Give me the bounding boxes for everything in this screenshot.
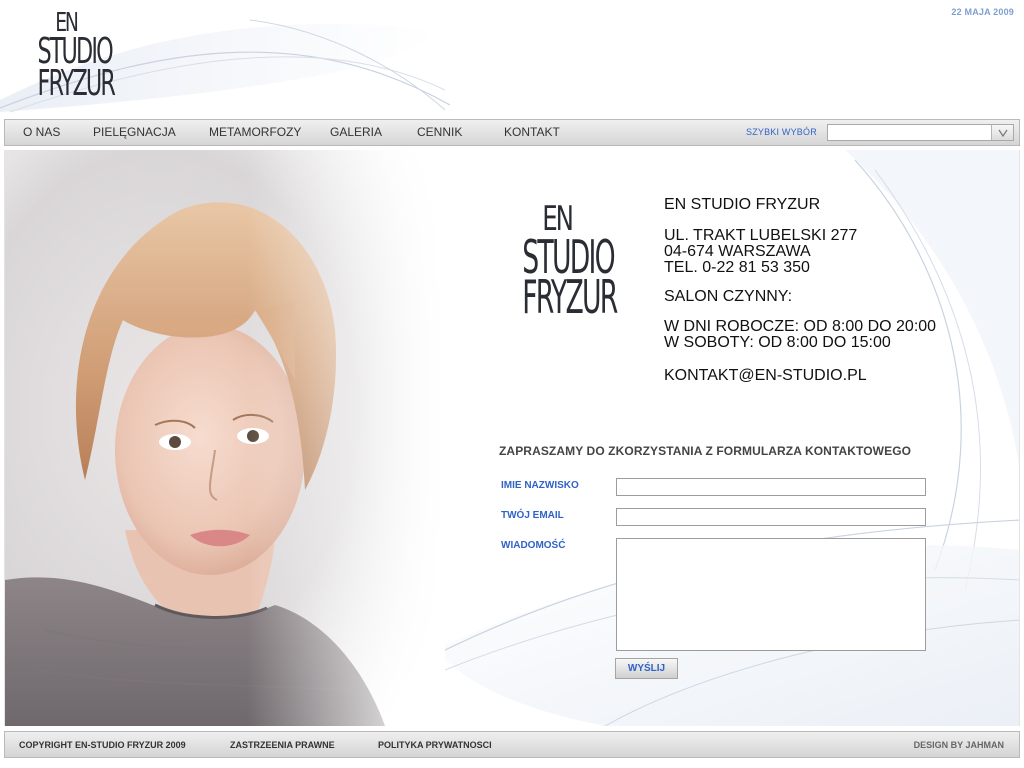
nav-item-o-nas[interactable]: O NAS	[23, 120, 60, 145]
opening-hours-saturday: W SOBOTY: OD 8:00 DO 15:00	[664, 334, 891, 351]
name-label: IMIE NAZWISKO	[501, 480, 579, 491]
footer-design-credit[interactable]: DESIGN BY JAHMAN	[914, 732, 1004, 757]
email-input[interactable]	[616, 508, 926, 526]
site-logo[interactable]: EN STUDIO FRYZUR	[20, 10, 115, 110]
salon-logo-line-3: FRYZUR	[522, 270, 618, 324]
current-date: 22 MAJA 2009	[951, 7, 1014, 17]
opening-hours-heading: SALON CZYNNY:	[664, 288, 793, 305]
message-label: WIADOMOŚĆ	[501, 540, 566, 551]
nav-item-kontakt[interactable]: KONTAKT	[504, 120, 560, 145]
nav-item-galeria[interactable]: GALERIA	[330, 120, 382, 145]
chevron-down-icon[interactable]	[991, 125, 1013, 140]
nav-item-metamorfozy[interactable]: METAMORFOZY	[209, 120, 301, 145]
phone-number: TEL. 0-22 81 53 350	[664, 259, 810, 276]
logo-line-3: FRYZUR	[37, 63, 115, 104]
main-content: EN STUDIO FRYZUR EN STUDIO FRYZUR UL. TR…	[4, 150, 1020, 726]
contact-email-link[interactable]: KONTAKT@EN-STUDIO.PL	[664, 367, 1004, 385]
footer-legal-link[interactable]: ZASTRZEENIA PRAWNE	[230, 732, 335, 757]
main-navigation: O NAS PIELĘGNACJA METAMORFOZY GALERIA CE…	[4, 119, 1020, 146]
header-swoosh-decoration	[0, 19, 451, 113]
contact-form-title: ZAPRASZAMY DO ZKORZYSTANIA Z FORMULARZA …	[499, 444, 912, 458]
header: EN STUDIO FRYZUR 22 MAJA 2009	[0, 0, 1024, 118]
nav-item-pielegnacja[interactable]: PIELĘGNACJA	[93, 120, 176, 145]
message-textarea[interactable]	[616, 538, 926, 651]
name-input[interactable]	[616, 478, 926, 496]
footer-copyright: COPYRIGHT EN-STUDIO FRYZUR 2009	[19, 740, 186, 750]
email-label: TWÓJ EMAIL	[501, 510, 564, 521]
quick-select-label: SZYBKI WYBÓR	[746, 127, 817, 137]
quick-select-dropdown[interactable]	[827, 124, 1014, 141]
portrait-photo	[5, 150, 445, 726]
salon-logo: EN STUDIO FRYZUR	[497, 202, 618, 338]
salon-name: EN STUDIO FRYZUR	[664, 196, 821, 213]
footer-privacy-link[interactable]: POLITYKA PRYWATNOSCI	[378, 732, 492, 757]
footer: COPYRIGHT EN-STUDIO FRYZUR 2009 ZASTRZEE…	[4, 731, 1020, 758]
nav-item-cennik[interactable]: CENNIK	[417, 120, 462, 145]
send-button[interactable]: WYŚLIJ	[615, 658, 678, 679]
